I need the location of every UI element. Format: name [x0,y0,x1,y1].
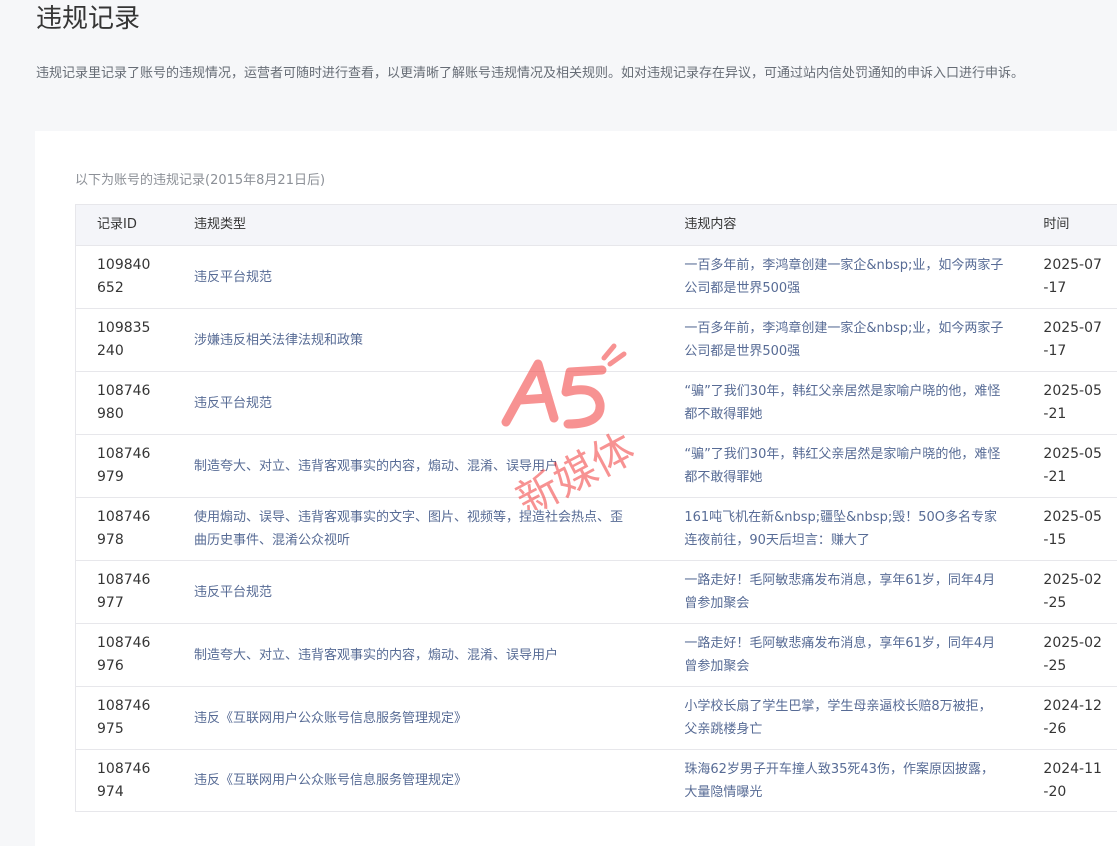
column-header-type: 违规类型 [194,204,685,246]
table-row: 108746 974 违反《互联网用户公众账号信息服务管理规定》 珠海62岁男子开… [75,749,1117,812]
record-id: 108746 977 [75,560,194,624]
record-time: 2025-02 -25 [1043,623,1117,687]
table-row: 108746 976 制造夸大、对立、违背客观事实的内容，煽动、混淆、误导用户 一… [75,623,1117,687]
table-row: 108746 979 制造夸大、对立、违背客观事实的内容，煽动、混淆、误导用户 “… [75,434,1117,498]
violation-content-link[interactable]: 一路走好！毛阿敏悲痛发布消息，享年61岁，同年4月曾参加聚会 [684,560,1044,624]
record-id: 108746 974 [75,749,194,812]
table-row: 108746 980 违反平台规范 “骗”了我们30年，韩红父亲居然是家喻户晓的他… [75,371,1117,435]
record-id: 108746 975 [75,686,194,750]
record-id: 109835 240 [75,308,194,372]
violation-content-link[interactable]: 161吨飞机在新&nbsp;疆坠&nbsp;毁！50O多名专家连夜前往，90天后… [684,497,1044,561]
violation-content-link[interactable]: 一百多年前，李鸿章创建一家企&nbsp;业，如今两家子公司都是世界500强 [684,245,1044,309]
table-row: 108746 977 违反平台规范 一路走好！毛阿敏悲痛发布消息，享年61岁，同年… [75,560,1117,624]
record-time: 2025-05 -21 [1043,371,1117,435]
violation-content-link[interactable]: “骗”了我们30年，韩红父亲居然是家喻户晓的他，难怪都不敢得罪她 [684,371,1044,435]
violation-type: 违反《互联网用户公众账号信息服务管理规定》 [194,686,685,750]
record-time: 2024-12 -26 [1043,686,1117,750]
record-time: 2025-02 -25 [1043,560,1117,624]
column-header-content: 违规内容 [684,204,1044,246]
record-time: 2024-11 -20 [1043,749,1117,812]
record-time: 2025-07 -17 [1043,308,1117,372]
records-caption: 以下为账号的违规记录(2015年8月21日后) [75,173,326,188]
record-time: 2025-07 -17 [1043,245,1117,309]
table-row: 109840 652 违反平台规范 一百多年前，李鸿章创建一家企&nbsp;业，如… [75,245,1117,309]
violation-type: 违反平台规范 [194,371,685,435]
records-card: 以下为账号的违规记录(2015年8月21日后) 记录ID 违规类型 违规内容 时… [35,131,1117,846]
violation-type: 违反平台规范 [194,245,685,309]
violation-type: 使用煽动、误导、违背客观事实的文字、图片、视频等，捏造社会热点、歪曲历史事件、混… [194,497,685,561]
column-header-time: 时间 [1043,204,1117,246]
record-id: 108746 980 [75,371,194,435]
page-title: 违规记录 [36,4,141,34]
violation-content-link[interactable]: 小学校长扇了学生巴掌，学生母亲逼校长赔8万被拒，父亲跳楼身亡 [684,686,1044,750]
violation-content-link[interactable]: 一路走好！毛阿敏悲痛发布消息，享年61岁，同年4月曾参加聚会 [684,623,1044,687]
violation-type: 制造夸大、对立、违背客观事实的内容，煽动、混淆、误导用户 [194,623,685,687]
record-time: 2025-05 -15 [1043,497,1117,561]
violation-content-link[interactable]: “骗”了我们30年，韩红父亲居然是家喻户晓的他，难怪都不敢得罪她 [684,434,1044,498]
record-id: 108746 979 [75,434,194,498]
column-header-id: 记录ID [75,204,194,246]
record-id: 108746 976 [75,623,194,687]
table-header-row: 记录ID 违规类型 违规内容 时间 [75,204,1117,246]
violation-type: 制造夸大、对立、违背客观事实的内容，煽动、混淆、误导用户 [194,434,685,498]
violation-type: 涉嫌违反相关法律法规和政策 [194,308,685,372]
violation-content-link[interactable]: 一百多年前，李鸿章创建一家企&nbsp;业，如今两家子公司都是世界500强 [684,308,1044,372]
record-time: 2025-05 -21 [1043,434,1117,498]
record-id: 109840 652 [75,245,194,309]
table-row: 109835 240 涉嫌违反相关法律法规和政策 一百多年前，李鸿章创建一家企&n… [75,308,1117,372]
record-id: 108746 978 [75,497,194,561]
page-description: 违规记录里记录了账号的违规情况，运营者可随时进行查看，以更清晰了解账号违规情况及… [36,66,1025,81]
violation-content-link[interactable]: 珠海62岁男子开车撞人致35死43伤，作案原因披露，大量隐情曝光 [684,749,1044,812]
records-table: 记录ID 违规类型 违规内容 时间 109840 652 违反平台规范 一百多年前… [75,204,1117,812]
violation-type: 违反平台规范 [194,560,685,624]
table-row: 108746 978 使用煽动、误导、违背客观事实的文字、图片、视频等，捏造社会热… [75,497,1117,561]
table-row: 108746 975 违反《互联网用户公众账号信息服务管理规定》 小学校长扇了学生… [75,686,1117,750]
violation-records-page: 违规记录 违规记录里记录了账号的违规情况，运营者可随时进行查看，以更清晰了解账号… [0,0,1117,846]
violation-type: 违反《互联网用户公众账号信息服务管理规定》 [194,749,685,812]
